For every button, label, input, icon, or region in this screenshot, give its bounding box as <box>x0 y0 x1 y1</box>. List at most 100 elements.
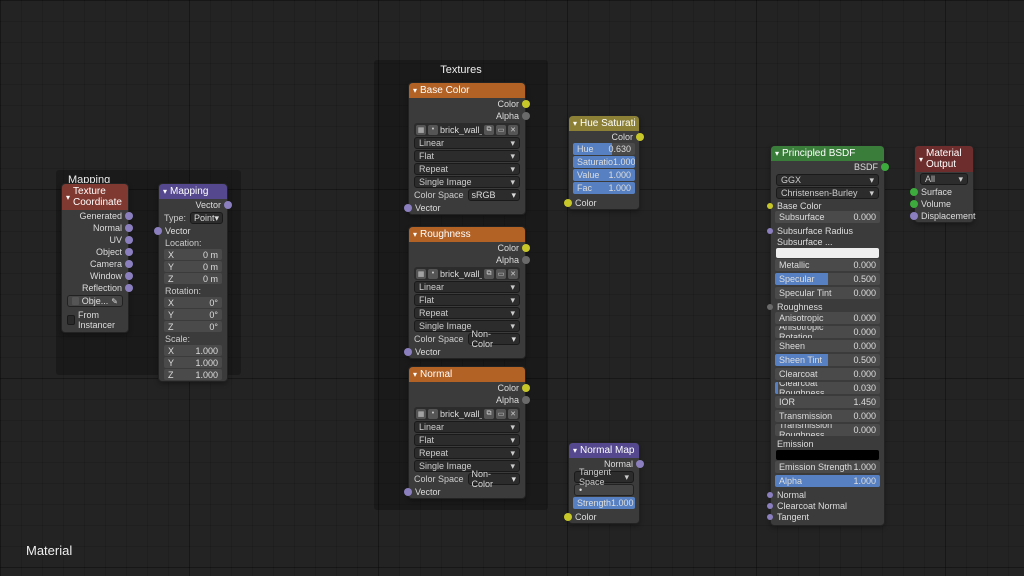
fac-slider[interactable]: Fac1.000 <box>573 182 635 194</box>
space-dropdown[interactable]: Tangent Space▾ <box>574 471 634 483</box>
socket-out[interactable] <box>636 460 644 468</box>
color-field[interactable] <box>776 248 879 258</box>
socket-out[interactable] <box>522 384 530 392</box>
transmission-slider[interactable]: Transmission0.000 <box>775 410 880 422</box>
socket-in[interactable] <box>767 514 773 520</box>
image-icon[interactable]: ▦ <box>416 409 426 419</box>
collapse-icon[interactable]: ▾ <box>413 370 417 379</box>
collapse-icon[interactable]: ▾ <box>413 230 417 239</box>
socket-out[interactable] <box>125 236 133 244</box>
sheen-slider[interactable]: Sheen0.000 <box>775 340 880 352</box>
transmission roughness-slider[interactable]: Transmission Roughness0.000 <box>775 424 880 436</box>
interpolation-dropdown[interactable]: Linear▾ <box>414 421 520 433</box>
node-header[interactable]: ▾Principled BSDF <box>771 146 884 161</box>
socket-in[interactable] <box>564 513 572 521</box>
node-texture-coordinate[interactable]: ▾Texture Coordinate GeneratedNormalUVObj… <box>61 183 129 333</box>
saturatio-slider[interactable]: Saturatio1.000 <box>573 156 635 168</box>
collapse-icon[interactable]: ▾ <box>775 149 779 158</box>
color-field[interactable] <box>776 450 879 460</box>
colorspace-dropdown[interactable]: Non-Color▾ <box>468 333 520 345</box>
socket-in[interactable] <box>767 228 773 234</box>
socket-out[interactable] <box>125 260 133 268</box>
target-dropdown[interactable]: All▾ <box>920 173 968 185</box>
open-icon[interactable]: ▭ <box>496 125 506 135</box>
scale-z-field[interactable]: Z1.000 <box>164 369 222 380</box>
type-dropdown[interactable]: Point▾ <box>190 212 223 224</box>
extension-dropdown[interactable]: Repeat▾ <box>414 163 520 175</box>
open-icon[interactable]: ▭ <box>496 409 506 419</box>
socket-out[interactable] <box>125 212 133 220</box>
interpolation-dropdown[interactable]: Linear▾ <box>414 281 520 293</box>
node-header[interactable]: ▾Base Color <box>409 83 525 98</box>
node-header[interactable]: ▾Normal <box>409 367 525 382</box>
alpha-slider[interactable]: Alpha1.000 <box>775 475 880 487</box>
socket-out[interactable] <box>522 112 530 120</box>
hue-slider[interactable]: Hue0.630 <box>573 143 635 155</box>
users-icon[interactable]: ⧉ <box>484 125 494 135</box>
rotation-y-field[interactable]: Y0° <box>164 309 222 320</box>
collapse-icon[interactable]: ▾ <box>66 193 70 202</box>
socket-out[interactable] <box>125 272 133 280</box>
value-slider[interactable]: Value1.000 <box>573 169 635 181</box>
image-browser[interactable]: ▦• brick_wall_001... ⧉▭✕ <box>414 267 520 280</box>
node-header[interactable]: ▾Texture Coordinate <box>62 184 128 210</box>
rotation-x-field[interactable]: X0° <box>164 297 222 308</box>
scale-y-field[interactable]: Y1.000 <box>164 357 222 368</box>
users-icon[interactable]: ⧉ <box>484 269 494 279</box>
location-y-field[interactable]: Y0 m <box>164 261 222 272</box>
collapse-icon[interactable]: ▾ <box>573 446 577 455</box>
socket-in[interactable] <box>404 488 412 496</box>
node-header[interactable]: ▾Mapping <box>159 184 227 199</box>
socket-in[interactable] <box>910 188 918 196</box>
node-principled-bsdf[interactable]: ▾Principled BSDF BSDF GGX▾ Christensen-B… <box>770 145 885 526</box>
socket-out[interactable] <box>125 284 133 292</box>
socket-out[interactable] <box>125 224 133 232</box>
users-icon[interactable]: ⧉ <box>484 409 494 419</box>
socket-in[interactable] <box>910 212 918 220</box>
image-icon[interactable]: • <box>428 125 438 135</box>
socket-in[interactable] <box>767 503 773 509</box>
unlink-icon[interactable]: ✕ <box>508 269 518 279</box>
node-image-texture-tex_rough[interactable]: ▾Roughness Color Alpha ▦• brick_wall_001… <box>408 226 526 359</box>
socket-in[interactable] <box>767 304 773 310</box>
socket-in[interactable] <box>404 204 412 212</box>
collapse-icon[interactable]: ▾ <box>573 119 577 128</box>
unlink-icon[interactable]: ✕ <box>508 125 518 135</box>
ior-slider[interactable]: IOR1.450 <box>775 396 880 408</box>
node-header[interactable]: ▾Normal Map <box>569 443 639 458</box>
projection-dropdown[interactable]: Flat▾ <box>414 294 520 306</box>
specular-slider[interactable]: Specular0.500 <box>775 273 880 285</box>
socket-in[interactable] <box>767 203 773 209</box>
anisotropic rotation-slider[interactable]: Anisotropic Rotation0.000 <box>775 326 880 338</box>
frame-dropdown[interactable]: Single Image▾ <box>414 176 520 188</box>
node-image-texture-tex_base[interactable]: ▾Base Color Color Alpha ▦• brick_wall_00… <box>408 82 526 215</box>
eyedropper-icon[interactable]: ✎ <box>111 297 118 306</box>
location-x-field[interactable]: X0 m <box>164 249 222 260</box>
open-icon[interactable]: ▭ <box>496 269 506 279</box>
collapse-icon[interactable]: ▾ <box>163 187 167 196</box>
socket-in[interactable] <box>404 348 412 356</box>
projection-dropdown[interactable]: Flat▾ <box>414 434 520 446</box>
rotation-z-field[interactable]: Z0° <box>164 321 222 332</box>
image-icon[interactable]: ▦ <box>416 269 426 279</box>
node-normal-map[interactable]: ▾Normal Map Normal Tangent Space▾ • Stre… <box>568 442 640 524</box>
subsurface-slider[interactable]: Subsurface0.000 <box>775 211 880 223</box>
socket-in[interactable] <box>910 200 918 208</box>
projection-dropdown[interactable]: Flat▾ <box>414 150 520 162</box>
unlink-icon[interactable]: ✕ <box>508 409 518 419</box>
socket-in[interactable] <box>767 492 773 498</box>
image-icon[interactable]: ▦ <box>416 125 426 135</box>
node-header[interactable]: ▾Material Output <box>915 146 973 172</box>
clearcoat roughness-slider[interactable]: Clearcoat Roughness0.030 <box>775 382 880 394</box>
specular tint-slider[interactable]: Specular Tint0.000 <box>775 287 880 299</box>
colorspace-dropdown[interactable]: Non-Color▾ <box>468 473 520 485</box>
location-z-field[interactable]: Z0 m <box>164 273 222 284</box>
socket-out[interactable] <box>636 133 644 141</box>
distribution-dropdown[interactable]: GGX▾ <box>776 174 879 186</box>
node-header[interactable]: ▾Hue Saturation Value <box>569 116 639 131</box>
image-icon[interactable]: • <box>428 269 438 279</box>
node-header[interactable]: ▾Roughness <box>409 227 525 242</box>
socket-out[interactable] <box>522 256 530 264</box>
node-image-texture-tex_normal[interactable]: ▾Normal Color Alpha ▦• brick_wall_001...… <box>408 366 526 499</box>
from-instancer-check[interactable]: From Instancer <box>62 308 128 332</box>
